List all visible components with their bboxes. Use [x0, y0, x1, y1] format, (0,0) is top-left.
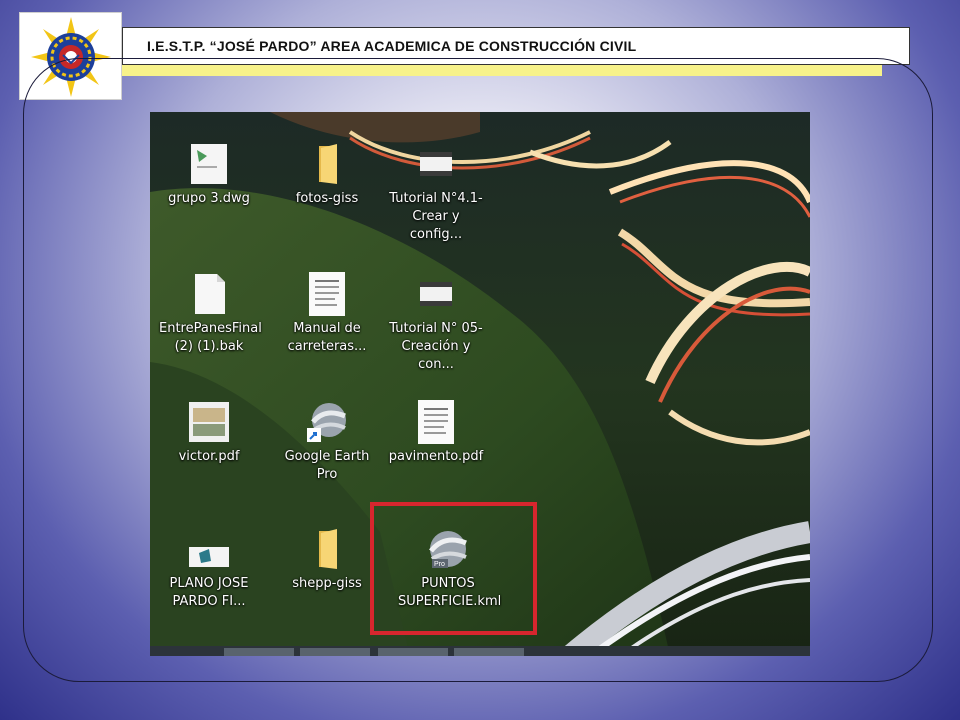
highlight-box [370, 502, 537, 635]
taskbar-item[interactable] [224, 648, 294, 656]
desktop-icon-shepp-giss[interactable]: shepp-giss [277, 527, 377, 593]
desktop-icon-fotos-giss[interactable]: fotos-giss [277, 142, 377, 208]
taskbar-item[interactable] [378, 648, 448, 656]
desktop-icon-tutorial-4-1[interactable]: Tutorial N°4.1- Crear y config... [386, 142, 486, 244]
taskbar [150, 646, 810, 656]
desktop-icon-victor-pdf[interactable]: victor.pdf [159, 400, 259, 466]
drawing-file-icon [187, 527, 231, 571]
desktop-icon-label: PLANO JOSE PARDO FI... [169, 576, 249, 609]
folder-icon [305, 527, 349, 571]
folder-icon [305, 142, 349, 186]
desktop-icon-label: fotos-giss [295, 191, 359, 206]
desktop-icon-label: Google Earth Pro [284, 449, 370, 482]
video-file-icon [414, 142, 458, 186]
pdf-document-icon [414, 400, 458, 444]
video-file-icon [414, 272, 458, 316]
desktop-icon-label: EntrePanesFinal (2) (1).bak [159, 321, 262, 354]
desktop-icon-google-earth-pro[interactable]: Google Earth Pro [277, 400, 377, 484]
desktop-icon-plano-jose-pardo[interactable]: PLANO JOSE PARDO FI... [159, 527, 259, 611]
taskbar-item[interactable] [454, 648, 524, 656]
desktop-icon-pavimento-pdf[interactable]: pavimento.pdf [386, 400, 486, 466]
pdf-document-icon [305, 272, 349, 316]
desktop-icon-entrepanesfinal[interactable]: EntrePanesFinal (2) (1).bak [159, 272, 262, 356]
pdf-thumbnail-icon [187, 400, 231, 444]
desktop-icon-label: Tutorial N°4.1- Crear y config... [389, 191, 483, 242]
blank-file-icon [187, 272, 231, 316]
desktop-icon-label: victor.pdf [178, 449, 240, 464]
taskbar-item[interactable] [300, 648, 370, 656]
google-earth-shortcut-icon [305, 400, 349, 444]
desktop-icon-tutorial-05[interactable]: Tutorial N° 05- Creación y con... [386, 272, 486, 374]
desktop-icon-label: Tutorial N° 05- Creación y con... [389, 321, 483, 372]
desktop-icon-label: grupo 3.dwg [168, 191, 250, 206]
desktop-icon-grupo-3[interactable]: grupo 3.dwg [159, 142, 259, 208]
dwg-file-icon [187, 142, 231, 186]
desktop-icon-label: shepp-giss [292, 576, 362, 591]
desktop-screenshot: grupo 3.dwg fotos-giss Tutorial N°4.1- C… [150, 112, 810, 656]
desktop-icon-label: pavimento.pdf [388, 449, 484, 464]
desktop-icon-manual-carreteras[interactable]: Manual de carreteras... [277, 272, 377, 356]
desktop-icon-label: Manual de carreteras... [287, 321, 367, 354]
page-title: I.E.S.T.P. “JOSÉ PARDO” AREA ACADEMICA D… [147, 38, 637, 54]
